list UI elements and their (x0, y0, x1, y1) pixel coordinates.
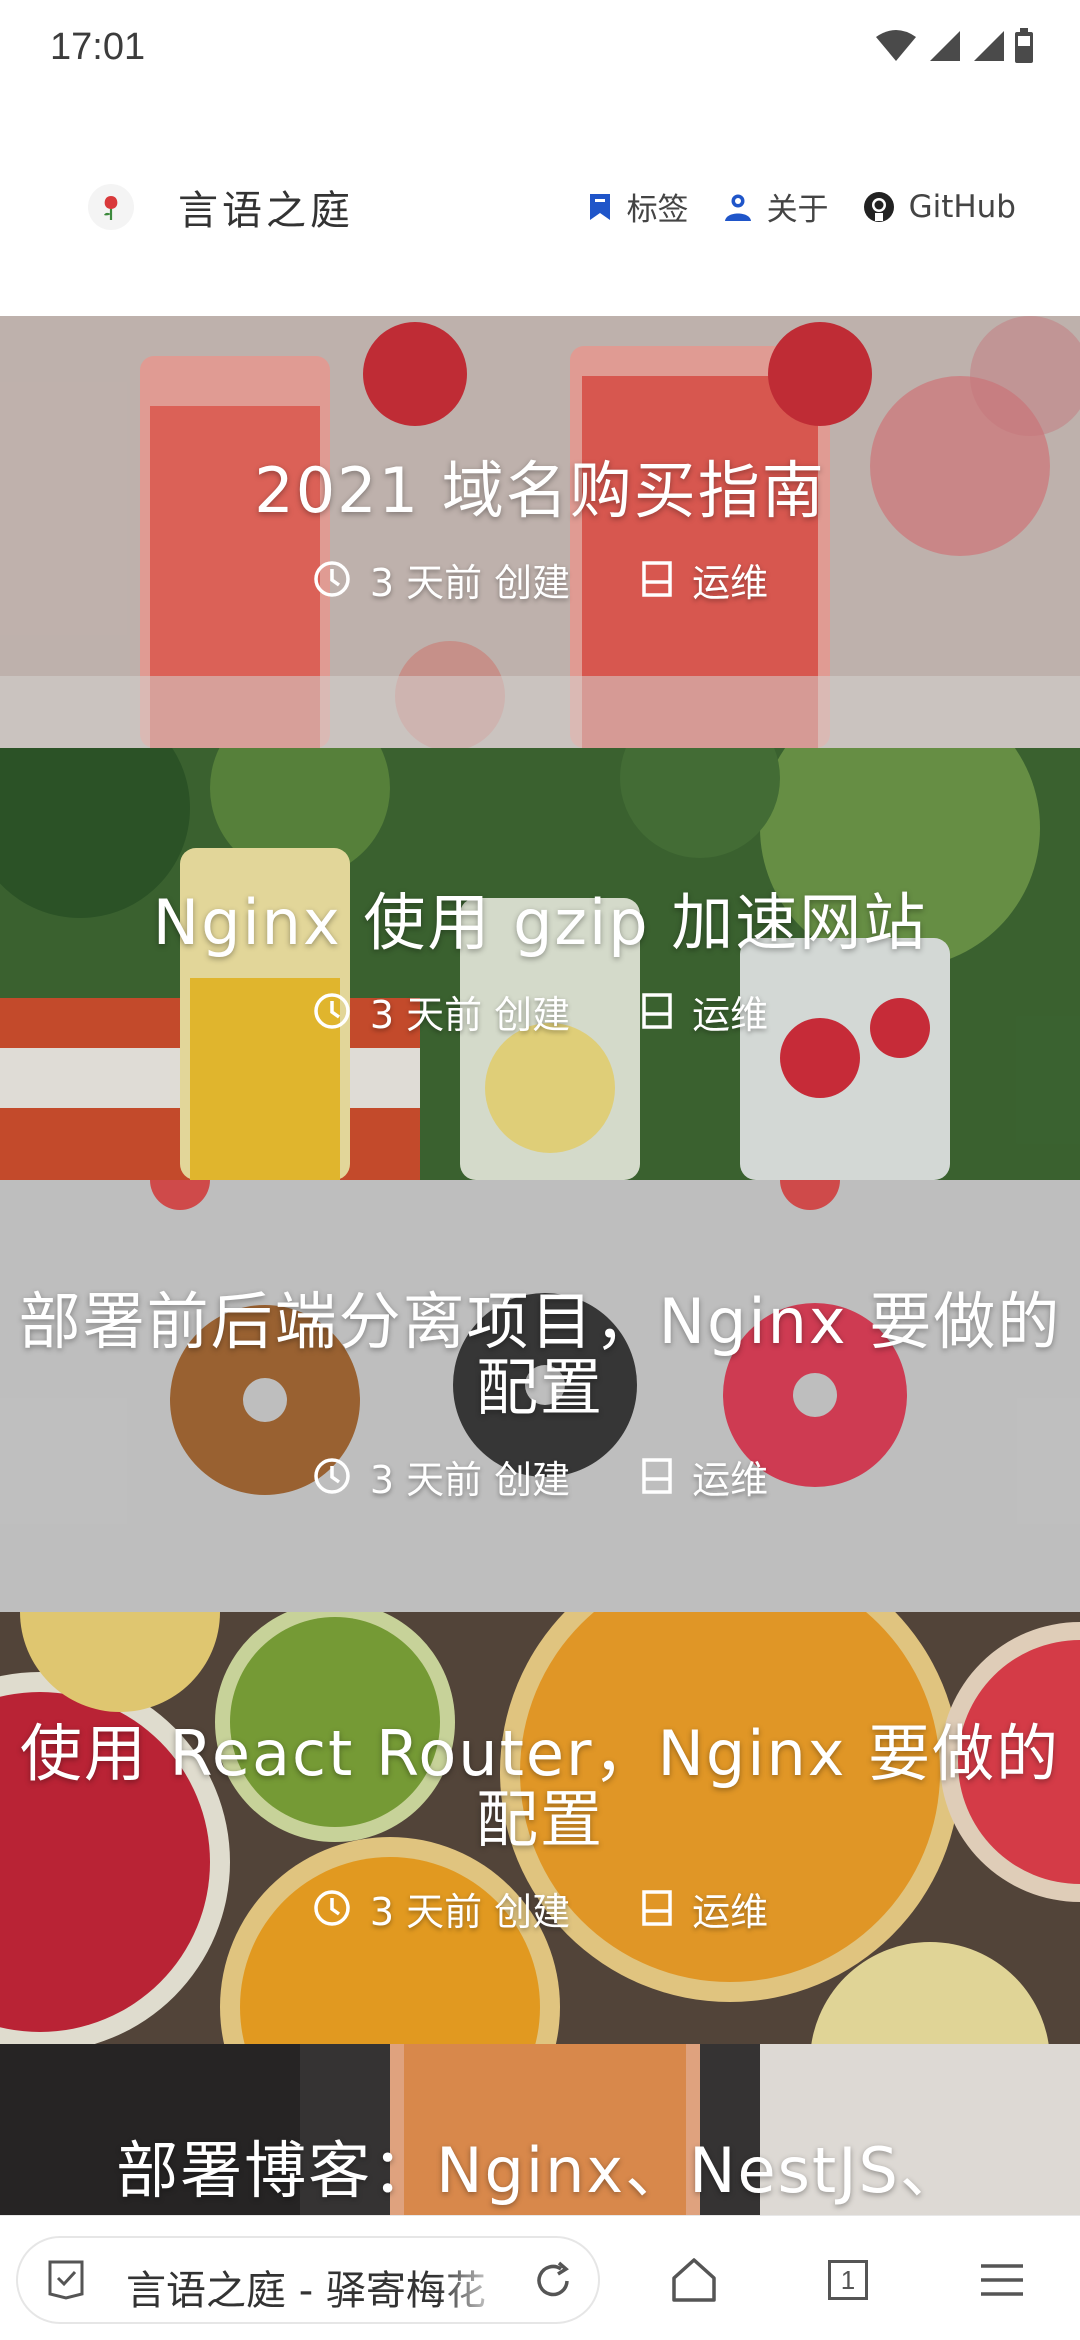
post-date: 3 天前 创建 (312, 984, 570, 1039)
post-title[interactable]: 使用 React Router，Nginx 要做的配置 (14, 1720, 1066, 1853)
user-icon (724, 194, 751, 221)
post-date: 3 天前 创建 (312, 1881, 570, 1936)
address-bar[interactable]: 言语之庭 - 驿寄梅花 (16, 2236, 600, 2324)
clock-icon (314, 561, 350, 597)
main-nav: 标签 关于 GitHub (587, 184, 1016, 229)
status-time: 17:01 (50, 26, 146, 68)
nav-item-tags[interactable]: 标签 (587, 184, 689, 229)
post-meta: 3 天前 创建 运维 (312, 552, 768, 607)
site-logo[interactable] (88, 184, 134, 230)
post-date: 3 天前 创建 (312, 552, 570, 607)
post-category[interactable]: 运维 (640, 984, 768, 1039)
status-bar: 17:01 (0, 0, 1080, 96)
nav-item-label: 标签 (626, 192, 689, 228)
battery-icon (1015, 28, 1033, 63)
site-header: 言语之庭 标签 关于 GitHub (0, 96, 1080, 316)
post-title[interactable]: 部署博客：Nginx、NestJS、 (116, 2138, 964, 2204)
post-category-text: 运维 (692, 560, 769, 605)
post-title[interactable]: 2021 域名购买指南 (254, 457, 826, 524)
post-category[interactable]: 运维 (640, 1881, 768, 1936)
post-date-text: 3 天前 创建 (369, 992, 571, 1037)
bookmark-icon (589, 193, 610, 220)
post-date-text: 3 天前 创建 (369, 560, 571, 605)
post-meta: 3 天前 创建 运维 (312, 1881, 768, 1936)
nav-item-label: 关于 (766, 192, 829, 228)
url-fade (438, 2238, 508, 2322)
status-icons (876, 28, 1034, 64)
folder-icon (642, 1458, 672, 1494)
post-date-text: 3 天前 创建 (369, 1457, 571, 1502)
tabs-button[interactable]: 1 (808, 2240, 888, 2320)
post-category-text: 运维 (692, 992, 769, 1037)
post-meta: 3 天前 创建 运维 (312, 1449, 768, 1504)
post-body: Nginx 使用 gzip 加速网站 3 天前 创建 运维 (0, 748, 1080, 1180)
shield-check-icon[interactable] (44, 2258, 88, 2302)
post-title[interactable]: Nginx 使用 gzip 加速网站 (153, 889, 928, 956)
post-body: 使用 React Router，Nginx 要做的配置 3 天前 创建 运维 (0, 1612, 1080, 2044)
post-title[interactable]: 部署前后端分离项目，Nginx 要做的配置 (14, 1288, 1066, 1421)
post-category-text: 运维 (692, 1457, 769, 1502)
menu-button[interactable] (962, 2240, 1042, 2320)
nav-item-label: GitHub (908, 188, 1016, 225)
post-date: 3 天前 创建 (312, 1449, 570, 1504)
tabs-icon: 1 (828, 2260, 868, 2300)
menu-icon (981, 2264, 1023, 2296)
rose-logo-icon (104, 196, 118, 220)
signal-icon (930, 31, 960, 61)
github-icon (863, 191, 894, 222)
wifi-icon (876, 30, 916, 61)
nav-item-about[interactable]: 关于 (723, 184, 829, 229)
post-body: 部署前后端分离项目，Nginx 要做的配置 3 天前 创建 运维 (0, 1180, 1080, 1612)
post-category[interactable]: 运维 (640, 552, 768, 607)
post-card[interactable]: 2021 域名购买指南 3 天前 创建 运维 (0, 316, 1080, 748)
post-body: 2021 域名购买指南 3 天前 创建 运维 (0, 316, 1080, 748)
clock-icon (314, 993, 350, 1029)
folder-icon (642, 993, 672, 1029)
post-meta: 3 天前 创建 运维 (312, 984, 768, 1039)
nav-item-github[interactable]: GitHub (863, 189, 1016, 225)
post-list: 2021 域名购买指南 3 天前 创建 运维 Nginx 使用 gzip 加速网… (0, 316, 1080, 2264)
signal-2-icon (974, 31, 1004, 61)
home-button[interactable] (654, 2240, 734, 2320)
post-category[interactable]: 运维 (640, 1449, 768, 1504)
tab-count: 1 (840, 2264, 856, 2295)
post-card[interactable]: Nginx 使用 gzip 加速网站 3 天前 创建 运维 (0, 748, 1080, 1180)
post-card[interactable]: 部署前后端分离项目，Nginx 要做的配置 3 天前 创建 运维 (0, 1180, 1080, 1612)
home-icon (672, 2258, 716, 2302)
clock-icon (314, 1458, 350, 1494)
clock-icon (314, 1890, 350, 1926)
folder-icon (642, 561, 672, 597)
reload-icon[interactable] (530, 2258, 576, 2304)
post-card[interactable]: 使用 React Router，Nginx 要做的配置 3 天前 创建 运维 (0, 1612, 1080, 2044)
post-date-text: 3 天前 创建 (369, 1889, 571, 1934)
folder-icon (642, 1890, 672, 1926)
site-title[interactable]: 言语之庭 (178, 178, 354, 236)
browser-toolbar: 言语之庭 - 驿寄梅花 1 (0, 2215, 1080, 2340)
post-category-text: 运维 (692, 1889, 769, 1934)
